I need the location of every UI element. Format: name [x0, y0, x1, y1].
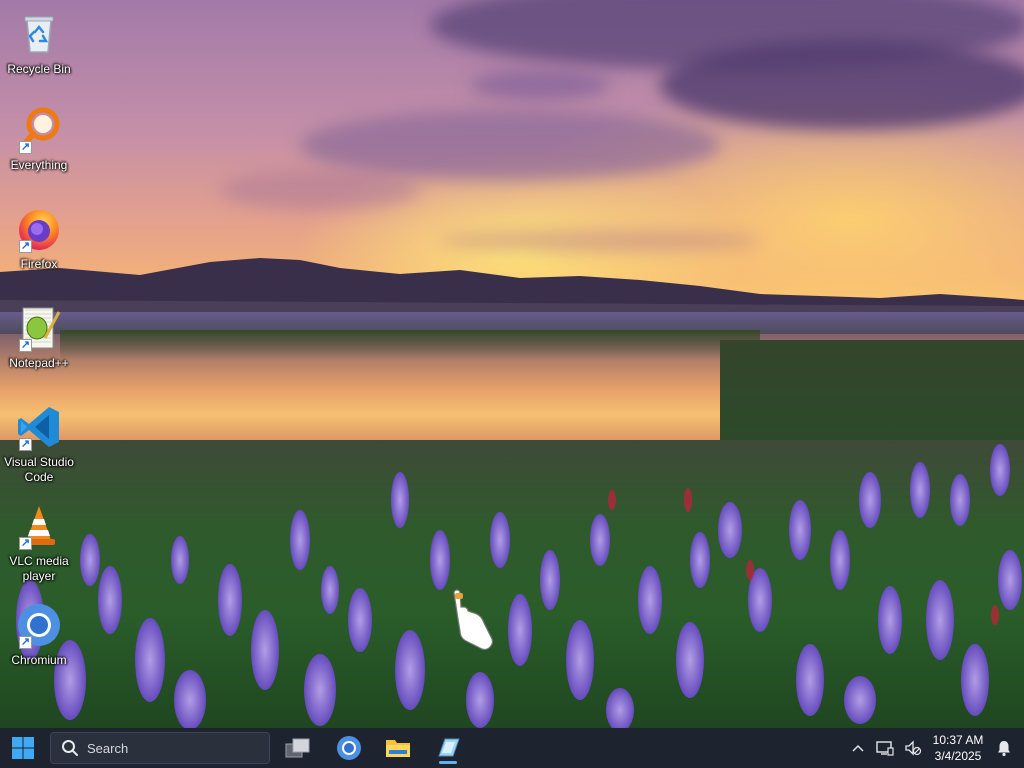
tray-network-button[interactable] — [874, 736, 896, 760]
desktop-icon-vscode[interactable]: ↗ Visual Studio Code — [0, 403, 78, 485]
taskbar-chromium[interactable] — [329, 732, 369, 764]
hand-cursor-icon — [444, 585, 500, 655]
tray-volume-button[interactable] — [902, 736, 924, 760]
shortcut-arrow-icon: ↗ — [19, 636, 32, 649]
taskbar-app-window[interactable] — [428, 732, 468, 764]
desktop-icon-label: Notepad++ — [9, 356, 69, 370]
desktop-icon-label: Everything — [10, 158, 68, 172]
desktop-icon-label: Firefox — [20, 257, 58, 271]
desktop-icon-label: Chromium — [11, 653, 67, 667]
search-icon — [62, 740, 78, 756]
recycle-bin-icon — [15, 10, 63, 58]
notepad-plus-plus-icon: ↗ — [15, 304, 63, 352]
desktop-icon-label: VLC media player — [9, 554, 69, 583]
app-window-icon — [438, 738, 460, 757]
wildflowers — [16, 444, 1022, 728]
chromium-icon — [337, 736, 361, 760]
desktop-icon-label: Recycle Bin — [7, 62, 71, 76]
tray-overflow-button[interactable] — [848, 736, 868, 760]
chromium-icon: ↗ — [15, 601, 63, 649]
desktop-icon-recycle-bin[interactable]: Recycle Bin — [0, 10, 78, 77]
taskbar-clock[interactable]: 10:37 AM 3/4/2025 — [926, 732, 990, 764]
taskbar-task-view[interactable] — [278, 732, 318, 764]
network-icon — [876, 741, 894, 756]
start-button[interactable] — [6, 732, 40, 764]
shortcut-arrow-icon: ↗ — [19, 438, 32, 451]
volume-muted-icon — [905, 740, 922, 756]
windows-logo-icon — [12, 737, 34, 759]
desktop-icon-vlc[interactable]: ↗ VLC media player — [0, 502, 78, 584]
shortcut-arrow-icon: ↗ — [19, 339, 32, 352]
vscode-icon: ↗ — [15, 403, 63, 451]
vlc-icon: ↗ — [15, 502, 63, 550]
folder-icon — [386, 740, 410, 757]
desktop-icon-notepad-plus-plus[interactable]: ↗ Notepad++ — [0, 304, 78, 371]
clock-time: 10:37 AM — [932, 733, 984, 747]
task-view-icon — [285, 738, 310, 758]
desktop-wallpaper — [0, 0, 1024, 728]
desktop-icon-everything[interactable]: ↗ Everything — [0, 106, 78, 173]
taskbar: Search 10:37 AM 3/4/2025 — [0, 728, 1024, 768]
search-placeholder: Search — [87, 740, 129, 756]
desktop-icon-chromium[interactable]: ↗ Chromium — [0, 601, 78, 668]
everything-search-icon: ↗ — [15, 106, 63, 154]
bell-icon — [998, 741, 1010, 757]
desktop-icon-label: Visual Studio Code — [4, 455, 74, 484]
desktop-icon-firefox[interactable]: ↗ Firefox — [0, 205, 78, 272]
shortcut-arrow-icon: ↗ — [19, 240, 32, 253]
firefox-icon: ↗ — [15, 205, 63, 253]
taskbar-search-box[interactable]: Search — [50, 732, 270, 764]
clock-date: 3/4/2025 — [934, 749, 982, 763]
shortcut-arrow-icon: ↗ — [19, 141, 32, 154]
notifications-button[interactable] — [994, 736, 1014, 760]
chevron-up-icon — [852, 744, 864, 752]
shortcut-arrow-icon: ↗ — [19, 537, 32, 550]
taskbar-file-explorer[interactable] — [378, 732, 418, 764]
